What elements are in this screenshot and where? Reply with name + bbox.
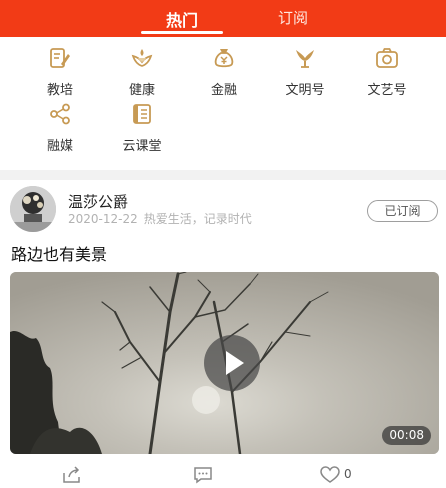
section-divider — [0, 170, 446, 180]
active-tab-indicator — [141, 31, 223, 34]
share-icon — [63, 466, 80, 483]
category-media[interactable]: 融媒 — [25, 102, 95, 154]
author-signature: 热爱生活，记录时代 — [143, 212, 252, 226]
video-duration: 00:08 — [382, 426, 431, 445]
like-count: 0 — [344, 467, 352, 481]
post-meta: 2020-12-22 热爱生活，记录时代 — [68, 210, 252, 227]
like-button[interactable]: 0 — [320, 466, 352, 484]
top-tab-bar: 热门 订阅 — [0, 0, 446, 37]
post-date: 2020-12-22 — [68, 212, 138, 226]
play-button[interactable] — [204, 335, 260, 391]
author-name[interactable]: 温莎公爵 — [68, 191, 128, 212]
subscribed-button[interactable]: 已订阅 — [367, 200, 438, 222]
category-health[interactable]: 健康 — [107, 46, 177, 98]
finance-icon — [214, 49, 234, 68]
category-label: 文明号 — [285, 83, 325, 98]
category-label: 金融 — [210, 83, 237, 98]
civilization-icon — [296, 50, 314, 68]
category-label: 教培 — [46, 83, 73, 98]
share-button[interactable] — [62, 466, 82, 484]
category-education[interactable]: 教培 — [25, 46, 95, 98]
comment-button[interactable] — [193, 466, 213, 484]
avatar[interactable] — [10, 186, 56, 232]
category-label: 云课堂 — [122, 139, 162, 154]
heart-icon — [320, 466, 340, 483]
category-label: 文艺号 — [367, 83, 407, 98]
health-icon — [131, 49, 153, 67]
share-network-icon — [50, 103, 70, 125]
comment-icon — [194, 467, 212, 484]
category-civilization[interactable]: 文明号 — [270, 46, 340, 98]
book-icon — [133, 104, 151, 124]
play-icon — [226, 351, 244, 375]
category-cloud-class[interactable]: 云课堂 — [107, 102, 177, 154]
avatar-image — [10, 186, 56, 232]
category-finance[interactable]: 金融 — [189, 46, 259, 98]
tab-hot[interactable]: 热门 — [166, 7, 198, 31]
camera-icon — [376, 48, 398, 68]
edit-document-icon — [50, 48, 70, 68]
tab-subscribe[interactable]: 订阅 — [278, 7, 308, 28]
video-player[interactable]: 00:08 — [10, 272, 439, 454]
category-label: 健康 — [128, 83, 155, 98]
category-label: 融媒 — [46, 139, 73, 154]
post-title[interactable]: 路边也有美景 — [11, 241, 107, 265]
category-arts[interactable]: 文艺号 — [352, 46, 422, 98]
